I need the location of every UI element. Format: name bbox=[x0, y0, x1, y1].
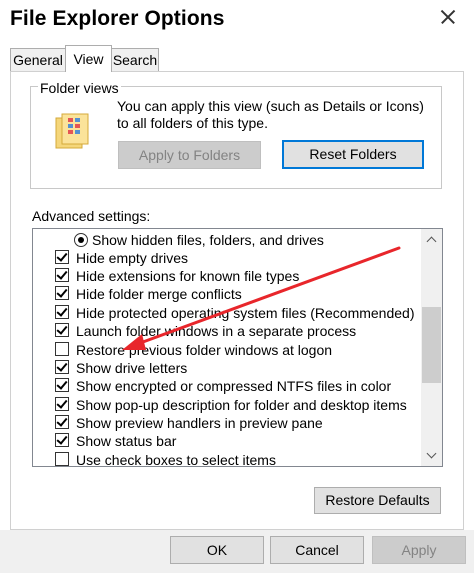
list-item-label: Hide folder merge conflicts bbox=[76, 286, 242, 302]
tab-label: View bbox=[73, 51, 104, 67]
checkbox[interactable] bbox=[55, 250, 69, 264]
ok-button[interactable]: OK bbox=[170, 536, 264, 564]
close-icon[interactable] bbox=[437, 6, 459, 28]
checkbox[interactable] bbox=[55, 323, 69, 337]
list-item-label: Show pop-up description for folder and d… bbox=[76, 397, 407, 413]
radio-button[interactable] bbox=[74, 233, 88, 247]
list-item-label: Use check boxes to select items bbox=[76, 452, 276, 467]
window-title: File Explorer Options bbox=[10, 7, 225, 30]
advanced-settings-label: Advanced settings: bbox=[32, 208, 151, 224]
list-item-label: Show status bar bbox=[76, 433, 177, 449]
tab-view[interactable]: View bbox=[65, 45, 112, 72]
title-bar: File Explorer Options bbox=[0, 0, 474, 40]
folder-views-label: Folder views bbox=[38, 80, 121, 96]
scroll-down-icon[interactable] bbox=[421, 445, 442, 466]
reset-folders-button[interactable]: Reset Folders bbox=[282, 140, 424, 169]
checkbox[interactable] bbox=[55, 397, 69, 411]
restore-defaults-button[interactable]: Restore Defaults bbox=[314, 487, 441, 514]
apply-to-folders-button[interactable]: Apply to Folders bbox=[118, 141, 261, 169]
cancel-button[interactable]: Cancel bbox=[270, 536, 364, 564]
checkbox[interactable] bbox=[55, 342, 69, 356]
checkbox[interactable] bbox=[55, 378, 69, 392]
checkbox[interactable] bbox=[55, 452, 69, 466]
apply-button[interactable]: Apply bbox=[372, 536, 466, 564]
checkbox[interactable] bbox=[55, 268, 69, 282]
scrollbar-thumb[interactable] bbox=[422, 307, 441, 383]
tab-label: Search bbox=[112, 52, 158, 68]
list-item-label: Show hidden files, folders, and drives bbox=[92, 232, 324, 248]
tab-search[interactable]: Search bbox=[111, 48, 159, 71]
list-item-label: Hide protected operating system files (R… bbox=[76, 305, 415, 321]
checkbox[interactable] bbox=[55, 415, 69, 429]
vertical-scrollbar[interactable] bbox=[421, 229, 442, 466]
list-item-label: Hide extensions for known file types bbox=[76, 268, 300, 284]
checkbox[interactable] bbox=[55, 433, 69, 447]
tab-label: General bbox=[13, 52, 63, 68]
list-item-label: Show encrypted or compressed NTFS files … bbox=[76, 378, 392, 394]
advanced-settings-list[interactable]: Show hidden files, folders, and drives H… bbox=[32, 228, 443, 467]
folder-views-description: You can apply this view (such as Details… bbox=[117, 98, 424, 131]
list-item-label: Show drive letters bbox=[76, 360, 188, 376]
checkbox[interactable] bbox=[55, 305, 69, 319]
scroll-up-icon[interactable] bbox=[421, 229, 442, 250]
checkbox[interactable] bbox=[55, 360, 69, 374]
checkbox[interactable] bbox=[55, 286, 69, 300]
list-item-label: Show preview handlers in preview pane bbox=[76, 415, 323, 431]
list-item-label: Launch folder windows in a separate proc… bbox=[76, 323, 357, 339]
list-item-label: Restore previous folder windows at logon bbox=[76, 342, 333, 358]
tab-general[interactable]: General bbox=[10, 48, 66, 71]
list-item-label: Hide empty drives bbox=[76, 250, 189, 266]
folder-views-icon bbox=[55, 113, 89, 149]
